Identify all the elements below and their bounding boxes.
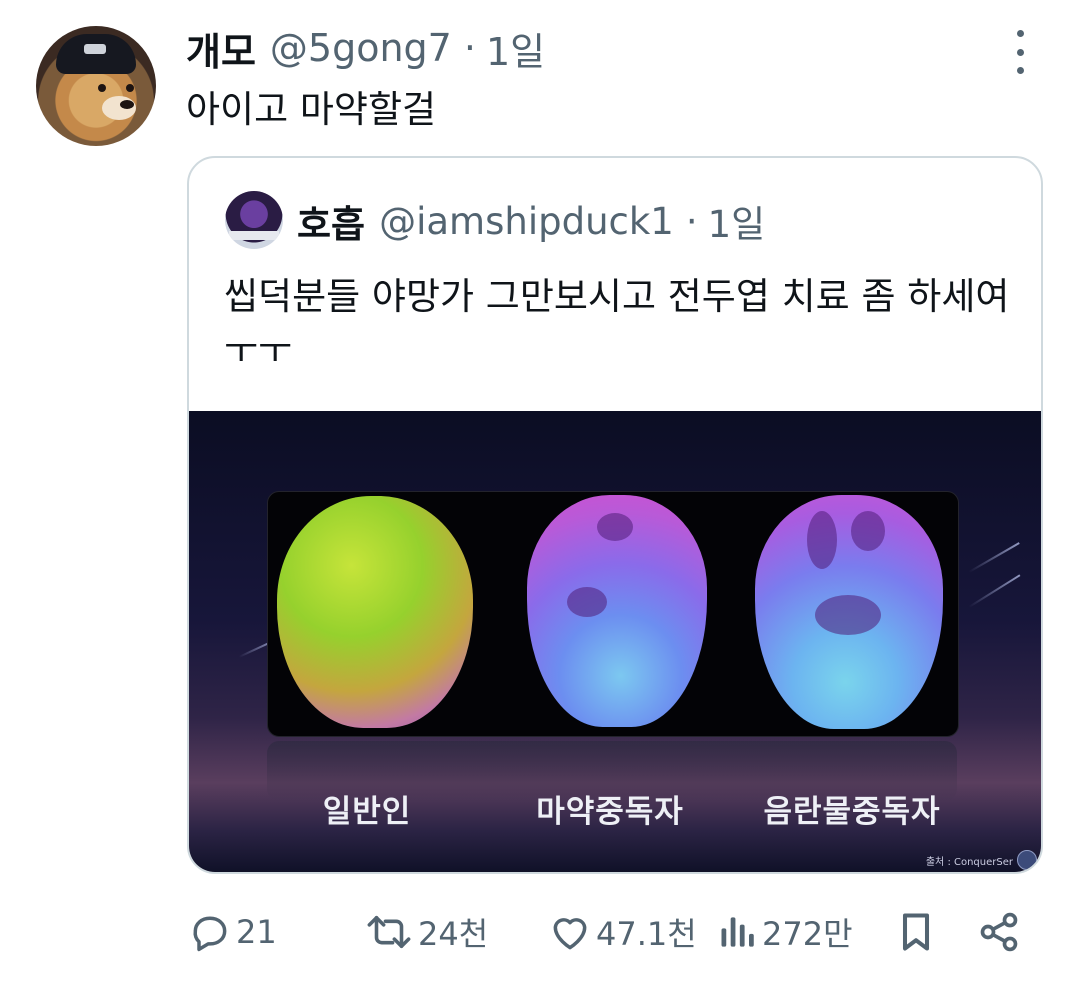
avatar-hat bbox=[56, 34, 136, 74]
tweet-header: 개모 @5gong7 · 1일 bbox=[186, 24, 545, 74]
brain-scan-porn-addict bbox=[755, 495, 943, 729]
decorative-streak bbox=[968, 542, 1020, 573]
media-credit-text: 출처 : ConquerSer bbox=[925, 856, 1013, 868]
meta-separator: · bbox=[463, 26, 476, 70]
quoted-author-handle[interactable]: @iamshipduck1 bbox=[379, 200, 674, 243]
quoted-author-name[interactable]: 호흡 bbox=[297, 194, 365, 248]
tweet-text: 아이고 마약할걸 bbox=[186, 88, 437, 131]
quoted-text: 씹덕분들 야망가 그만보시고 전두엽 치료 좀 하세여ㅜㅜ bbox=[224, 275, 1010, 372]
more-options-icon[interactable] bbox=[1008, 30, 1032, 74]
bookmark-icon bbox=[902, 913, 930, 951]
profile-avatar[interactable] bbox=[36, 26, 156, 146]
views-icon bbox=[721, 917, 754, 947]
action-bar: 21 24천 47.1천 272만 bbox=[0, 900, 1080, 964]
media-credit: 출처 : ConquerSer bbox=[926, 850, 1037, 870]
avatar-nose bbox=[120, 100, 134, 109]
author-handle[interactable]: @5gong7 bbox=[270, 26, 452, 70]
retweet-button[interactable]: 24천 bbox=[364, 900, 488, 964]
quoted-media-image[interactable]: 일반인 마약중독자 음란물중독자 출처 : ConquerSer bbox=[189, 411, 1041, 872]
decorative-streak bbox=[968, 574, 1021, 608]
views-count: 272만 bbox=[762, 915, 853, 953]
bookmark-button[interactable] bbox=[896, 900, 936, 964]
media-label: 일반인 bbox=[322, 794, 412, 830]
credit-logo-icon bbox=[1017, 850, 1037, 870]
views-button[interactable]: 272만 bbox=[718, 900, 853, 964]
quoted-meta-separator: · bbox=[685, 199, 698, 243]
quoted-header: 호흡 @iamshipduck1 · 1일 bbox=[297, 194, 766, 248]
brain-scan-normal bbox=[277, 496, 473, 728]
avatar-eye bbox=[98, 84, 106, 92]
like-button[interactable]: 47.1천 bbox=[548, 900, 697, 964]
like-icon bbox=[553, 918, 587, 950]
tweet-time[interactable]: 1일 bbox=[486, 21, 545, 76]
avatar-eye bbox=[126, 84, 134, 92]
avatar-hat-logo bbox=[84, 44, 106, 54]
brain-scan-drug-addict bbox=[527, 495, 707, 727]
retweet-count: 24천 bbox=[418, 915, 489, 953]
reply-button[interactable]: 21 bbox=[188, 900, 277, 964]
reply-count: 21 bbox=[236, 913, 277, 951]
like-count: 47.1천 bbox=[596, 915, 697, 953]
quoted-time[interactable]: 1일 bbox=[708, 194, 766, 248]
author-name[interactable]: 개모 bbox=[186, 21, 256, 76]
share-button[interactable] bbox=[976, 900, 1022, 964]
retweet-icon bbox=[367, 915, 411, 949]
reply-icon bbox=[193, 916, 227, 952]
quoted-tweet[interactable]: 호흡 @iamshipduck1 · 1일 씹덕분들 야망가 그만보시고 전두엽… bbox=[187, 156, 1043, 874]
media-label: 마약중독자 bbox=[536, 794, 684, 830]
media-label: 음란물중독자 bbox=[763, 794, 941, 830]
quoted-avatar[interactable] bbox=[225, 191, 283, 249]
share-icon bbox=[980, 912, 1018, 952]
